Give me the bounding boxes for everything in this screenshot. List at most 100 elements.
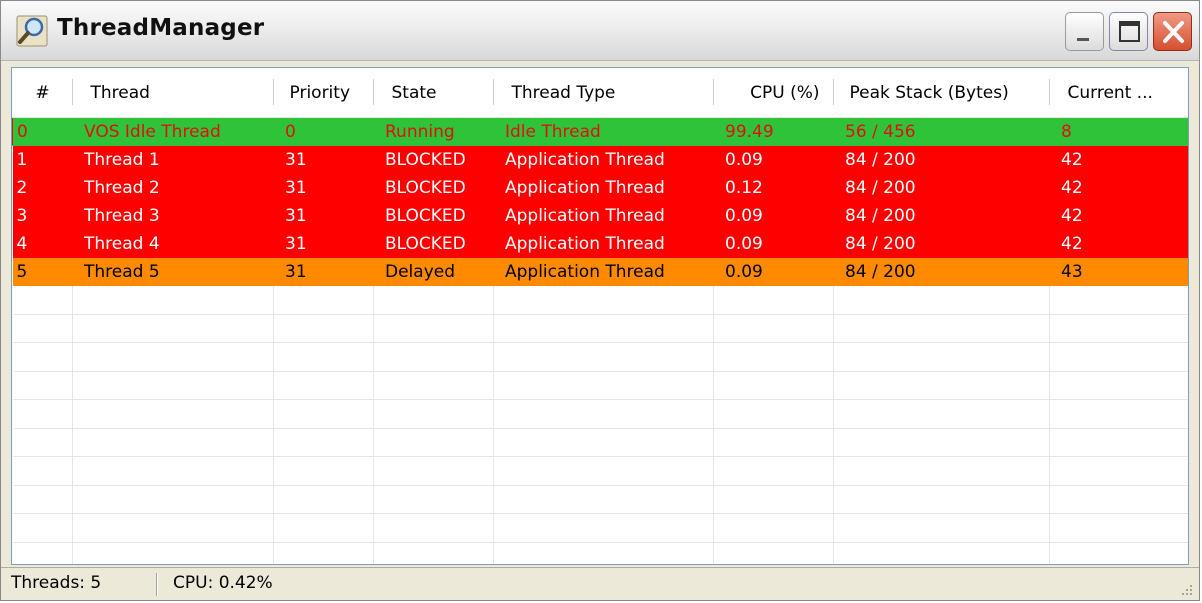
thread-list[interactable]: # Thread Priority State Thread Type CPU … — [11, 67, 1189, 565]
empty-cell — [273, 513, 374, 543]
empty-cell — [713, 399, 834, 429]
empty-cell — [1049, 285, 1188, 315]
cell-num: 0 — [12, 117, 73, 146]
column-header-peak-stack[interactable]: Peak Stack (Bytes) — [833, 68, 1050, 118]
cell-num: 2 — [12, 173, 73, 202]
cell-state: BLOCKED — [373, 201, 494, 230]
empty-cell — [72, 399, 274, 429]
column-header-row: # Thread Priority State Thread Type CPU … — [12, 68, 1188, 118]
empty-cell — [72, 456, 274, 486]
close-button[interactable] — [1153, 12, 1192, 51]
empty-cell — [273, 399, 374, 429]
empty-cell — [713, 371, 834, 400]
column-header-priority[interactable]: Priority — [273, 68, 374, 118]
empty-cell — [493, 485, 714, 514]
empty-cell — [1049, 513, 1188, 543]
empty-cell — [12, 485, 73, 514]
cell-priority: 0 — [273, 117, 374, 146]
cell-priority: 31 — [273, 173, 374, 202]
empty-cell — [72, 342, 274, 372]
empty-cell — [713, 513, 834, 543]
empty-cell — [273, 342, 374, 372]
maximize-icon — [1119, 21, 1140, 42]
empty-row — [12, 314, 1188, 343]
cell-priority: 31 — [273, 257, 374, 286]
column-header-cpu[interactable]: CPU (%) — [713, 68, 834, 118]
close-icon — [1163, 21, 1184, 43]
empty-cell — [713, 542, 834, 564]
cell-priority: 31 — [273, 201, 374, 230]
cell-state: BLOCKED — [373, 173, 494, 202]
empty-cell — [273, 285, 374, 315]
empty-row — [12, 285, 1188, 315]
thread-manager-window: ThreadManager # Thread Priority State Th… — [0, 0, 1200, 601]
cell-thread: VOS Idle Thread — [72, 117, 274, 146]
empty-cell — [713, 456, 834, 486]
empty-row — [12, 513, 1188, 543]
empty-cell — [373, 456, 494, 486]
cell-peak-stack: 84 / 200 — [833, 257, 1050, 286]
status-bar: Threads: 5 CPU: 0.42% — [1, 567, 1199, 600]
cell-current: 42 — [1049, 229, 1188, 258]
empty-cell — [373, 342, 494, 372]
table-row[interactable]: 3 Thread 3 31 BLOCKED Application Thread… — [12, 201, 1188, 230]
cell-cpu: 0.09 — [713, 229, 834, 258]
empty-cell — [493, 314, 714, 343]
cell-peak-stack: 84 / 200 — [833, 145, 1050, 174]
empty-cell — [1049, 342, 1188, 372]
cell-thread-type: Application Thread — [493, 145, 714, 174]
empty-cell — [1049, 485, 1188, 514]
table-row[interactable]: 5 Thread 5 31 Delayed Application Thread… — [12, 257, 1188, 286]
cell-thread-type: Application Thread — [493, 173, 714, 202]
empty-cell — [833, 456, 1050, 486]
cell-thread-type: Application Thread — [493, 257, 714, 286]
empty-cell — [493, 285, 714, 315]
minimize-button[interactable] — [1065, 12, 1104, 51]
maximize-button[interactable] — [1109, 12, 1148, 51]
table-row[interactable]: 1 Thread 1 31 BLOCKED Application Thread… — [12, 145, 1188, 174]
empty-cell — [833, 371, 1050, 400]
empty-cell — [1049, 456, 1188, 486]
resize-grip-icon[interactable] — [1179, 583, 1193, 597]
empty-cell — [12, 342, 73, 372]
table-row[interactable]: 4 Thread 4 31 BLOCKED Application Thread… — [12, 229, 1188, 258]
empty-cell — [373, 513, 494, 543]
cell-thread: Thread 3 — [72, 201, 274, 230]
cell-current: 42 — [1049, 173, 1188, 202]
cell-thread: Thread 1 — [72, 145, 274, 174]
empty-cell — [493, 371, 714, 400]
cell-cpu: 99.49 — [713, 117, 834, 146]
empty-cell — [1049, 371, 1188, 400]
title-bar[interactable]: ThreadManager — [1, 1, 1199, 61]
table-row[interactable]: 2 Thread 2 31 BLOCKED Application Thread… — [12, 173, 1188, 202]
column-header-thread[interactable]: Thread — [72, 68, 274, 118]
column-header-state[interactable]: State — [373, 68, 494, 118]
column-header-num[interactable]: # — [12, 68, 73, 118]
empty-row — [12, 428, 1188, 457]
empty-cell — [273, 314, 374, 343]
cell-thread: Thread 2 — [72, 173, 274, 202]
cell-priority: 31 — [273, 145, 374, 174]
cell-current: 42 — [1049, 145, 1188, 174]
empty-cell — [833, 428, 1050, 457]
empty-cell — [72, 285, 274, 315]
column-header-current[interactable]: Current ... — [1049, 68, 1188, 118]
cell-cpu: 0.09 — [713, 145, 834, 174]
empty-cell — [833, 485, 1050, 514]
empty-cell — [373, 371, 494, 400]
column-header-thread-type[interactable]: Thread Type — [493, 68, 714, 118]
empty-cell — [1049, 314, 1188, 343]
magnifier-icon — [15, 14, 49, 48]
empty-row — [12, 399, 1188, 429]
cell-priority: 31 — [273, 229, 374, 258]
empty-cell — [72, 542, 274, 564]
table-row[interactable]: 0 VOS Idle Thread 0 Running Idle Thread … — [12, 117, 1188, 146]
empty-cell — [72, 485, 274, 514]
empty-cell — [493, 456, 714, 486]
empty-cell — [713, 485, 834, 514]
thread-table: # Thread Priority State Thread Type CPU … — [12, 68, 1188, 564]
empty-cell — [373, 285, 494, 315]
empty-cell — [493, 542, 714, 564]
empty-cell — [493, 428, 714, 457]
empty-cell — [273, 428, 374, 457]
